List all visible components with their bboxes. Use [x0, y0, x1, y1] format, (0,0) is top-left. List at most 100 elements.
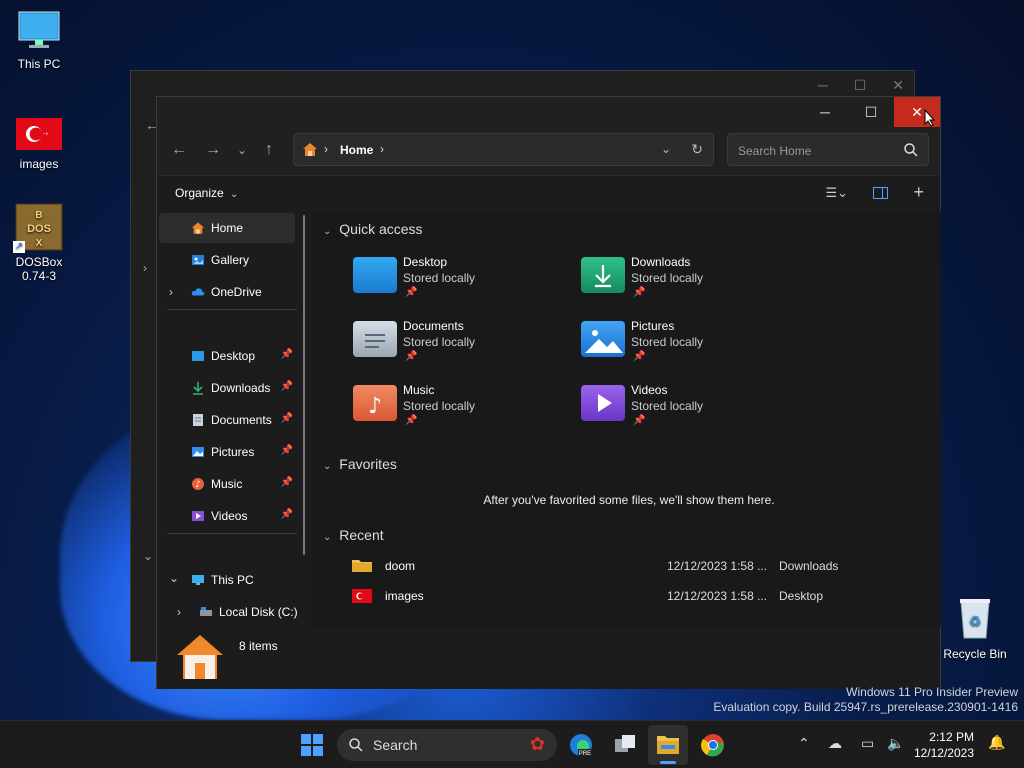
recent-row[interactable]: doom 12/12/2023 1:58 ... Downloads [352, 557, 913, 583]
refresh-icon[interactable]: ↻ [691, 141, 703, 158]
home-icon [303, 143, 317, 156]
volume-muted-icon[interactable]: 🔈 [887, 735, 904, 752]
recent-locations-chevron-icon[interactable]: ⌄ [237, 143, 247, 157]
chevron-down-icon: ⌄ [323, 532, 332, 543]
back-arrow-icon[interactable]: ← [171, 141, 187, 159]
desktop-icon-label: DOSBox 0.74-3 [15, 255, 63, 283]
desktop-icon-label: Recycle Bin [943, 647, 1007, 661]
download-icon [193, 382, 203, 395]
favorites-header[interactable]: ⌄ Favorites [323, 456, 397, 472]
chevron-right-icon[interactable]: › [177, 605, 181, 619]
svg-text:PRE: PRE [579, 751, 591, 757]
chrome-browser-icon[interactable] [701, 733, 725, 757]
file-explorer-icon [657, 736, 679, 754]
close-icon[interactable]: ✕ [892, 77, 904, 94]
pin-icon[interactable]: 📌 [281, 413, 293, 424]
desktop-icon-recycle-bin[interactable]: ♻ Recycle Bin [937, 596, 1013, 661]
sidebar-item-onedrive[interactable]: › OneDrive [159, 277, 295, 307]
sidebar-item-local-disk[interactable]: › Local Disk (C:) [167, 597, 303, 627]
quick-access-item-music[interactable]: ♪ Music Stored locally 📌 [353, 383, 573, 437]
forward-arrow-icon[interactable]: → [205, 141, 221, 159]
pin-icon[interactable]: 📌 [281, 349, 293, 360]
favorites-empty-text: After you've favorited some files, we'll… [483, 493, 775, 507]
recent-header[interactable]: ⌄ Recent [323, 527, 384, 543]
quick-access-item-pictures[interactable]: Pictures Stored locally 📌 [581, 319, 801, 373]
file-explorer-taskbar-button[interactable] [648, 725, 688, 765]
sidebar-item-gallery[interactable]: Gallery [159, 245, 295, 275]
pin-icon[interactable]: 📌 [281, 445, 293, 456]
title-bar[interactable]: ─ ☐ ✕ [157, 97, 940, 129]
organize-button[interactable]: Organize ⌄ [175, 186, 238, 200]
chevron-down-icon[interactable]: ⌄ [143, 549, 153, 563]
sidebar-scrollbar[interactable] [303, 215, 305, 555]
chevron-down-icon: ⌄ [323, 226, 332, 237]
svg-text:X: X [36, 238, 43, 249]
network-icon[interactable]: ▭ [861, 735, 874, 752]
desktop-folder-icon [192, 351, 204, 361]
tray-overflow-chevron-icon[interactable]: ⌃ [798, 735, 810, 752]
quick-access-item-documents[interactable]: Documents Stored locally 📌 [353, 319, 573, 373]
quick-access-item-downloads[interactable]: Downloads Stored locally 📌 [581, 255, 801, 309]
item-status: Stored locally [631, 335, 704, 349]
turkey-flag-icon [351, 589, 373, 603]
onedrive-offline-icon[interactable]: ☁ [828, 735, 842, 752]
chevron-down-icon[interactable]: ⌄ [169, 571, 179, 585]
organize-label: Organize [175, 186, 224, 200]
pin-icon[interactable]: 📌 [281, 477, 293, 488]
edge-browser-icon[interactable]: PRE [569, 733, 593, 757]
breadcrumb-home[interactable]: Home [340, 143, 373, 157]
sidebar-item-this-pc[interactable]: ⌄ This PC [159, 565, 295, 595]
sidebar-item-pictures[interactable]: Pictures 📌 [159, 437, 295, 467]
taskbar-search-box[interactable]: Search ✿ [337, 729, 557, 761]
sidebar-item-documents[interactable]: Documents 📌 [159, 405, 295, 435]
chevron-right-icon[interactable]: › [143, 261, 147, 275]
sidebar-item-label: Home [211, 221, 244, 235]
recent-item-name: doom [385, 559, 416, 573]
start-button-icon[interactable] [300, 733, 324, 757]
notification-bell-icon[interactable]: 🔔 [988, 734, 1005, 751]
recent-item-name: images [385, 589, 424, 603]
sidebar-item-home[interactable]: Home [159, 213, 295, 243]
favorites-heading: Favorites [339, 456, 397, 472]
shortcut-arrow-icon: ↗ [13, 241, 25, 253]
up-arrow-icon[interactable]: ↑ [265, 141, 273, 159]
pin-icon: 📌 [633, 415, 646, 426]
sidebar-item-downloads[interactable]: Downloads 📌 [159, 373, 295, 403]
sidebar-item-videos[interactable]: Videos 📌 [159, 501, 295, 531]
address-bar[interactable]: › Home › ⌄ ↻ [293, 133, 714, 166]
onedrive-cloud-icon [191, 288, 205, 296]
monitor-icon [192, 575, 204, 585]
desktop-icon-images[interactable]: images [1, 118, 77, 171]
quick-access-header[interactable]: ⌄ Quick access [323, 221, 423, 237]
quick-access-item-videos[interactable]: Videos Stored locally 📌 [581, 383, 801, 437]
clock[interactable]: 2:12 PM 12/12/2023 [912, 729, 974, 761]
videos-icon [192, 511, 204, 521]
sidebar-item-desktop[interactable]: Desktop 📌 [159, 341, 295, 371]
maximize-button[interactable]: ☐ [848, 97, 894, 127]
details-pane-icon[interactable] [873, 187, 888, 199]
dosbox-icon: B DOS X ↗ [13, 203, 63, 253]
svg-text:B: B [35, 210, 42, 221]
turkey-flag-icon [1, 118, 77, 153]
add-icon[interactable]: + [913, 182, 924, 203]
desktop-icon-dosbox[interactable]: B DOS X ↗ DOSBox 0.74-3 [1, 203, 77, 283]
recent-row[interactable]: images 12/12/2023 1:58 ... Desktop [351, 587, 913, 613]
breadcrumb-separator[interactable]: › [380, 142, 384, 156]
quick-access-item-desktop[interactable]: Desktop Stored locally 📌 [353, 255, 573, 309]
desktop-icon-this-pc[interactable]: This PC [1, 10, 77, 71]
search-icon [904, 143, 918, 157]
minimize-icon[interactable]: ─ [818, 77, 828, 94]
sidebar-item-music[interactable]: ♪ Music 📌 [159, 469, 295, 499]
file-explorer-window[interactable]: ─ ☐ ✕ ← → ⌄ ↑ › Home › ⌄ ↻ Search Home O… [156, 96, 941, 689]
pin-icon: 📌 [405, 287, 418, 298]
search-box[interactable]: Search Home [727, 133, 929, 166]
address-dropdown-chevron-icon[interactable]: ⌄ [661, 142, 671, 156]
minimize-button[interactable]: ─ [802, 97, 848, 127]
maximize-icon[interactable]: ☐ [854, 77, 867, 94]
sidebar-item-label: Desktop [211, 349, 256, 363]
task-view-icon[interactable] [613, 733, 637, 757]
pin-icon[interactable]: 📌 [281, 509, 293, 520]
view-options-icon[interactable]: ☰⌄ [825, 185, 848, 201]
chevron-right-icon[interactable]: › [169, 285, 173, 299]
pin-icon[interactable]: 📌 [281, 381, 293, 392]
